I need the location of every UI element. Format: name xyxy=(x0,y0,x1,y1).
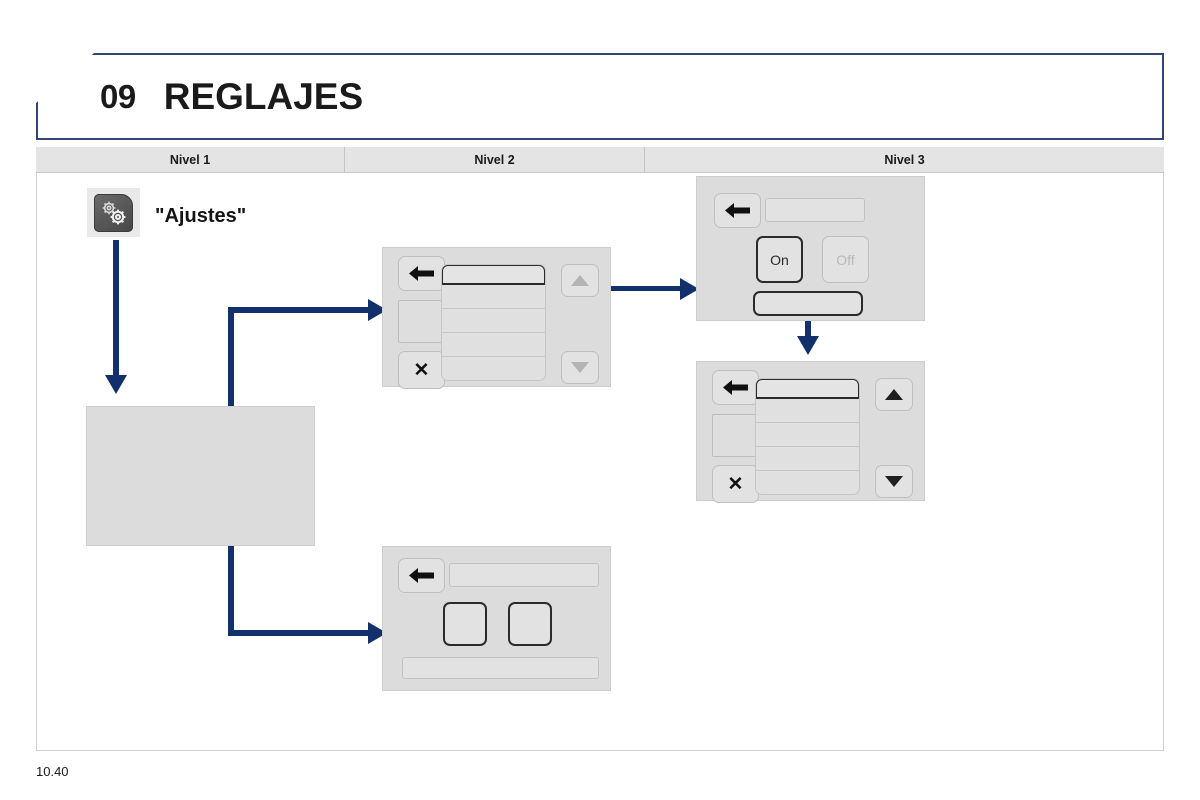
column-header-nivel-3: Nivel 3 xyxy=(884,152,925,167)
connector-icon-to-level1 xyxy=(113,240,119,379)
level3-list-row-selected[interactable] xyxy=(756,379,859,399)
level3-on-button[interactable]: On xyxy=(756,236,803,283)
triangle-down-icon xyxy=(571,362,589,373)
level-columns-header: Nivel 1 Nivel 2 Nivel 3 xyxy=(36,147,1164,173)
level2-close-button[interactable]: ✕ xyxy=(398,351,445,389)
screen-level3-onoff: On Off xyxy=(696,176,925,321)
triangle-up-icon xyxy=(885,389,903,400)
level3-close-button[interactable]: ✕ xyxy=(712,465,759,503)
level2b-choice-a-button[interactable] xyxy=(443,602,487,646)
level3-off-button[interactable]: Off xyxy=(822,236,869,283)
triangle-down-icon xyxy=(885,476,903,487)
level2-list-row[interactable] xyxy=(442,285,545,309)
level3-list-row[interactable] xyxy=(756,423,859,447)
level3-list-row[interactable] xyxy=(756,447,859,471)
settings-app-label: "Ajustes" xyxy=(155,205,247,227)
chapter-header: 09 REGLAJES xyxy=(36,53,1164,140)
close-icon: ✕ xyxy=(413,359,430,381)
screen-level2-list: ✕ xyxy=(382,247,611,389)
on-label: On xyxy=(770,251,789,268)
connector-level1-to-level2-twochoice xyxy=(228,630,373,636)
level3-list-row[interactable] xyxy=(756,399,859,423)
level2b-footer-bar xyxy=(402,657,599,679)
level3-onoff-title-bar xyxy=(765,198,865,222)
settings-app-tile[interactable] xyxy=(87,188,140,237)
level2-list-row-selected[interactable] xyxy=(442,265,545,285)
level2b-title-bar xyxy=(449,563,599,587)
settings-gears-icon xyxy=(94,193,133,232)
connector-level1-to-level2-list xyxy=(228,307,373,313)
screen-level2-twochoice xyxy=(382,546,611,691)
close-icon: ✕ xyxy=(727,473,744,495)
page-title: REGLAJES xyxy=(163,75,364,117)
level2-list-row[interactable] xyxy=(442,309,545,333)
screen-level1-list: ✕ xyxy=(86,406,315,546)
gears-glyph xyxy=(102,201,126,224)
level2b-back-button[interactable] xyxy=(398,558,445,593)
column-header-nivel-2: Nivel 2 xyxy=(345,147,645,172)
back-arrow-icon xyxy=(723,380,748,395)
chapter-title-row: 09 REGLAJES xyxy=(94,53,1164,140)
triangle-up-icon xyxy=(571,275,589,286)
level2b-choice-b-button[interactable] xyxy=(508,602,552,646)
level2-list-row[interactable] xyxy=(442,357,545,380)
arrowhead-icon-to-level1 xyxy=(105,375,127,394)
off-label: Off xyxy=(836,251,855,268)
arrowhead-level3-onoff-to-list xyxy=(797,336,819,355)
level3-scroll-down-button[interactable] xyxy=(875,465,913,498)
footer-page-number: 10.40 xyxy=(36,764,69,779)
level2-scroll-down-button[interactable] xyxy=(561,351,599,384)
level3-confirm-bar[interactable] xyxy=(753,291,863,316)
page-root: 09 REGLAJES Nivel 1 Nivel 2 Nivel 3 "Aju… xyxy=(0,0,1200,800)
level3-onoff-back-button[interactable] xyxy=(714,193,761,228)
column-header-nivel-1: Nivel 1 xyxy=(36,147,345,172)
level3-back-button[interactable] xyxy=(712,370,759,405)
back-arrow-icon xyxy=(409,266,434,281)
level2-placeholder-box xyxy=(398,300,442,343)
level2-scroll-up-button[interactable] xyxy=(561,264,599,297)
chapter-number: 09 xyxy=(100,77,136,115)
level2-list-row[interactable] xyxy=(442,333,545,357)
back-arrow-icon xyxy=(409,568,434,583)
level3-option-list[interactable] xyxy=(755,378,860,495)
level3-scroll-up-button[interactable] xyxy=(875,378,913,411)
level3-list-row[interactable] xyxy=(756,471,859,494)
level2-option-list[interactable] xyxy=(441,264,546,381)
screen-level3-list: ✕ xyxy=(696,361,925,503)
level3-placeholder-box xyxy=(712,414,756,457)
level2-back-button[interactable] xyxy=(398,256,445,291)
back-arrow-icon xyxy=(725,203,750,218)
